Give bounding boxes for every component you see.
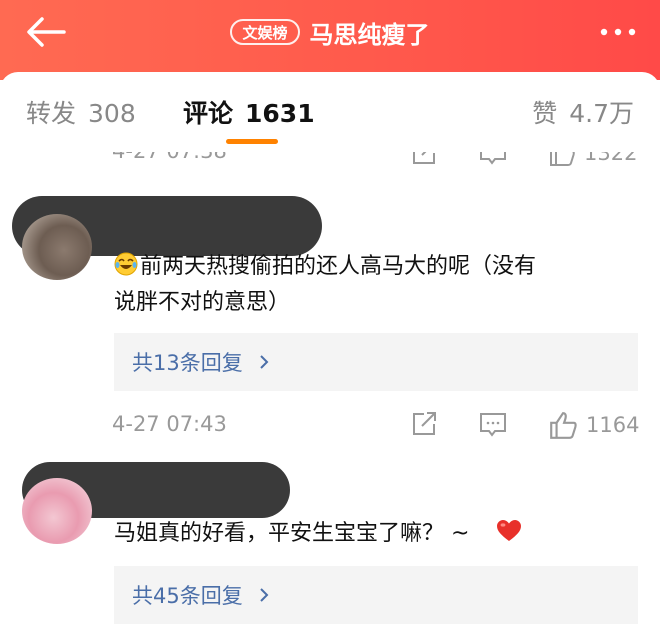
more-options-icon[interactable] bbox=[598, 22, 638, 42]
chevron-right-icon bbox=[260, 588, 269, 602]
laughing-crying-emoji-icon bbox=[114, 252, 138, 276]
red-heart-icon bbox=[497, 520, 522, 541]
chevron-right-icon bbox=[260, 355, 269, 369]
previous-thumbs-up-icon bbox=[550, 152, 575, 166]
previous-comment-meta: 4-27 07:38 1322 bbox=[0, 152, 660, 170]
ranking-badge[interactable]: 文娱榜 bbox=[230, 19, 300, 45]
tab-comment-label: 评论 bbox=[183, 99, 234, 128]
previous-like-button[interactable]: 1322 bbox=[548, 152, 637, 167]
avatar-2[interactable] bbox=[22, 478, 92, 544]
tab-repost[interactable]: 转发 308 bbox=[26, 94, 136, 130]
avatar-1[interactable] bbox=[22, 214, 92, 280]
active-tab-indicator bbox=[226, 139, 278, 144]
tab-like[interactable]: 赞 4.7万 bbox=[532, 94, 634, 130]
comment-2-line: 马姐真的好看，平安生宝宝了嘛？ ~ bbox=[114, 516, 522, 552]
page-title: 马思纯瘦了 bbox=[309, 20, 430, 49]
previous-share-icon[interactable] bbox=[410, 152, 438, 167]
comment-1-replies-label: 共13条回复 bbox=[132, 351, 243, 375]
tab-like-count: 4.7万 bbox=[569, 99, 634, 128]
comment-1-text-line-2: 说胖不对的意思） bbox=[114, 290, 291, 315]
comment-1-text-line-1: 前两天热搜偷拍的还人高马大的呢（没有 bbox=[140, 254, 537, 279]
comment-1-line-1: 前两天热搜偷拍的还人高马大的呢（没有 bbox=[114, 249, 536, 285]
header-title-group: 文娱榜 马思纯瘦了 bbox=[0, 14, 660, 50]
tab-comment[interactable]: 评论 1631 bbox=[183, 94, 315, 130]
top-header: 文娱榜 马思纯瘦了 bbox=[0, 0, 660, 80]
previous-comment-time: 4-27 07:38 bbox=[112, 152, 227, 163]
tab-repost-count: 308 bbox=[88, 99, 136, 128]
comment-2-replies-label: 共45条回复 bbox=[132, 584, 243, 608]
comment-1-replies-button[interactable]: 共13条回复 bbox=[114, 333, 638, 391]
tab-comment-count: 1631 bbox=[245, 99, 315, 128]
previous-comment-icon[interactable] bbox=[478, 152, 508, 167]
comment-2-text: 马姐真的好看，平安生宝宝了嘛？ ~ bbox=[114, 521, 470, 546]
comment-1-time: 4-27 07:43 bbox=[112, 412, 227, 436]
tab-repost-label: 转发 bbox=[26, 99, 77, 128]
comment-1-like-button[interactable]: 1164 bbox=[548, 410, 639, 440]
comment-2-replies-button[interactable]: 共45条回复 bbox=[114, 566, 638, 624]
share-icon[interactable] bbox=[410, 410, 438, 438]
comment-1-like-count: 1164 bbox=[586, 413, 640, 437]
previous-like-count: 1322 bbox=[584, 152, 638, 165]
tab-panel: 转发 308 评论 1631 赞 4.7万 bbox=[0, 72, 660, 152]
comment-bubble-icon[interactable] bbox=[478, 411, 508, 439]
tab-like-label: 赞 bbox=[532, 99, 558, 128]
thumbs-up-icon bbox=[550, 412, 577, 439]
